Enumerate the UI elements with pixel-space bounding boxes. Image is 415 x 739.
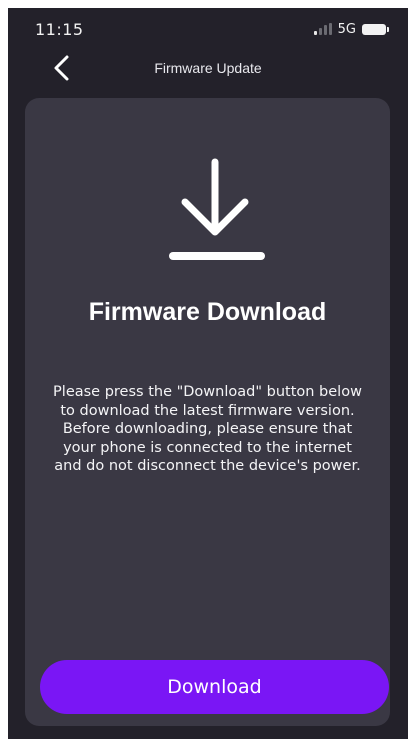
nav-bar: Firmware Update	[8, 48, 408, 94]
phone-screen: 11:15 5G Firmware Update Firmware Downlo…	[8, 8, 408, 739]
firmware-download-card: Firmware Download Please press the "Down…	[25, 98, 390, 726]
signal-icon	[313, 23, 332, 35]
download-arrow-icon	[169, 158, 265, 260]
battery-icon	[362, 23, 389, 35]
network-label: 5G	[337, 21, 356, 37]
page-title: Firmware Update	[154, 60, 262, 76]
card-description: Please press the "Download" button below…	[53, 384, 362, 474]
card-title: Firmware Download	[88, 298, 327, 326]
status-bar: 11:15 5G	[8, 8, 408, 48]
status-indicators: 5G	[313, 21, 389, 37]
download-button[interactable]: Download	[40, 660, 389, 714]
status-time: 11:15	[35, 20, 84, 39]
